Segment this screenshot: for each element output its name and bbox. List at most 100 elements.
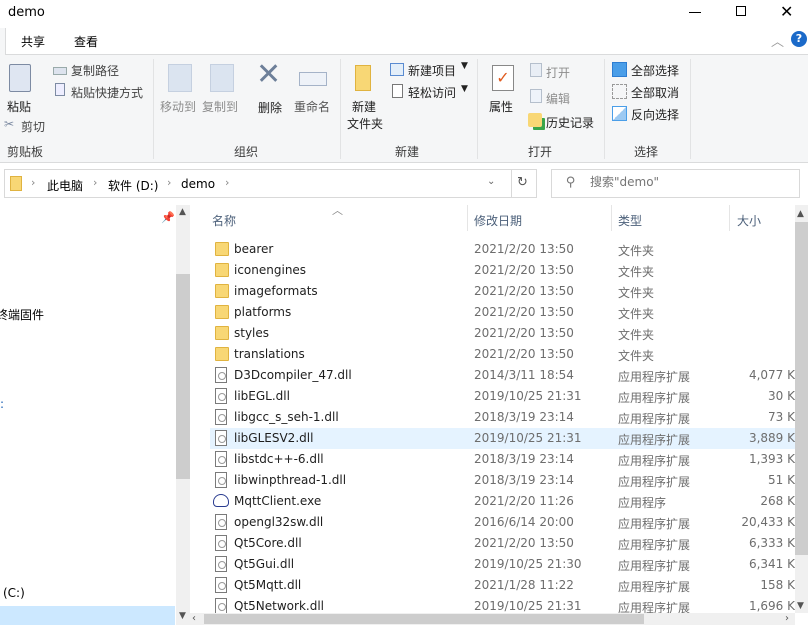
history-button[interactable]: 历史记录 xyxy=(546,114,594,131)
breadcrumb-drive-d[interactable]: 软件 (D:) xyxy=(108,177,158,194)
breadcrumb-separator-icon[interactable]: › xyxy=(167,176,171,189)
column-header-type[interactable]: 类型 xyxy=(618,212,642,229)
copy-to-button[interactable]: 复制到 xyxy=(202,98,238,115)
file-size: 6,333 K xyxy=(748,536,795,550)
rename-button[interactable]: 重命名 xyxy=(294,98,330,115)
file-name: libGLESV2.dll xyxy=(234,431,314,445)
paste-icon[interactable] xyxy=(9,64,31,92)
clipboard-group-label: 剪贴板 xyxy=(7,145,44,159)
dropdown-arrow-icon[interactable]: ▼ xyxy=(461,61,468,71)
minimize-icon[interactable] xyxy=(689,12,701,13)
file-row[interactable]: translations 2021/2/20 13:50 文件夹 xyxy=(210,344,795,365)
maximize-icon[interactable] xyxy=(736,6,746,16)
scroll-down-icon[interactable]: ▼ xyxy=(797,601,804,611)
file-row[interactable]: libstdc++-6.dll 2018/3/19 23:14 应用程序扩展 1,39… xyxy=(210,449,795,470)
folder-icon xyxy=(215,284,229,298)
column-divider[interactable] xyxy=(729,205,730,231)
file-row[interactable]: libEGL.dll 2019/10/25 21:31 应用程序扩展 30 K xyxy=(210,386,795,407)
scroll-up-icon[interactable]: ▲ xyxy=(179,207,186,217)
application-icon xyxy=(213,494,229,507)
edit-button[interactable]: 编辑 xyxy=(546,90,570,107)
scroll-up-icon[interactable]: ▲ xyxy=(797,209,804,219)
address-dropdown-icon[interactable]: ⌄ xyxy=(487,176,495,187)
scrollbar-thumb[interactable] xyxy=(795,222,808,555)
file-row[interactable]: Qt5Gui.dll 2019/10/25 21:30 应用程序扩展 6,341 K xyxy=(210,554,795,575)
properties-button[interactable]: 属性 xyxy=(489,98,513,115)
horizontal-scrollbar-thumb[interactable] xyxy=(204,614,644,624)
invert-selection-button[interactable]: 反向选择 xyxy=(631,106,679,123)
file-size: 73 K xyxy=(768,410,795,424)
scroll-right-icon[interactable]: › xyxy=(785,613,789,624)
column-header-date[interactable]: 修改日期 xyxy=(474,212,522,229)
column-divider[interactable] xyxy=(611,205,612,231)
file-row[interactable]: bearer 2021/2/20 13:50 文件夹 xyxy=(210,239,795,260)
select-none-button[interactable]: 全部取消 xyxy=(631,84,679,101)
easy-access-button[interactable]: 轻松访问 xyxy=(408,84,456,101)
file-row[interactable]: Qt5Network.dll 2019/10/25 21:31 应用程序扩展 1,69… xyxy=(210,596,795,613)
file-row[interactable]: MqttClient.exe 2021/2/20 11:26 应用程序 268 K xyxy=(210,491,795,512)
file-row[interactable]: libgcc_s_seh-1.dll 2018/3/19 23:14 应用程序扩展 7… xyxy=(210,407,795,428)
paste-button[interactable]: 粘贴 xyxy=(7,98,31,115)
dll-file-icon xyxy=(215,388,227,404)
tab-view[interactable]: 查看 xyxy=(74,33,98,50)
nav-item-selected[interactable] xyxy=(0,606,175,625)
scroll-left-icon[interactable]: ‹ xyxy=(192,613,196,624)
file-row[interactable]: platforms 2021/2/20 13:50 文件夹 xyxy=(210,302,795,323)
search-input[interactable] xyxy=(590,175,790,189)
search-box[interactable]: ⚲ xyxy=(551,169,800,198)
file-row[interactable]: iconengines 2021/2/20 13:50 文件夹 xyxy=(210,260,795,281)
file-row[interactable]: Qt5Mqtt.dll 2021/1/28 11:22 应用程序扩展 158 K xyxy=(210,575,795,596)
file-row[interactable]: styles 2021/2/20 13:50 文件夹 xyxy=(210,323,795,344)
new-item-button[interactable]: 新建项目 xyxy=(408,62,456,79)
file-row[interactable]: D3Dcompiler_47.dll 2014/3/11 18:54 应用程序扩展 4… xyxy=(210,365,795,386)
copy-path-button[interactable]: 复制路径 xyxy=(71,62,119,79)
breadcrumb-demo[interactable]: demo xyxy=(181,177,215,191)
column-header-name[interactable]: 名称 xyxy=(212,212,236,229)
nav-item-drive-c[interactable]: (C:) xyxy=(3,586,25,600)
folder-icon xyxy=(215,347,229,361)
file-date: 2021/1/28 11:22 xyxy=(474,578,574,592)
breadcrumb-separator-icon[interactable]: › xyxy=(31,176,35,189)
horizontal-scrollbar[interactable]: ‹ › xyxy=(190,613,795,625)
divider xyxy=(511,170,512,197)
tab-share[interactable]: 共享 xyxy=(21,33,45,50)
file-date: 2021/2/20 13:50 xyxy=(474,284,574,298)
help-icon[interactable]: ? xyxy=(791,31,807,47)
address-bar[interactable]: › 此电脑 › 软件 (D:) › demo › ⌄ ↻ xyxy=(4,169,537,198)
file-size: 30 K xyxy=(768,389,795,403)
breadcrumb-separator-icon[interactable]: › xyxy=(225,176,229,189)
delete-button[interactable]: 删除 xyxy=(258,99,282,116)
file-row[interactable]: libGLESV2.dll 2019/10/25 21:31 应用程序扩展 3,889… xyxy=(210,428,795,449)
pin-icon[interactable]: 📌 xyxy=(161,211,175,224)
breadcrumb-separator-icon[interactable]: › xyxy=(93,176,97,189)
scroll-down-icon[interactable]: ▼ xyxy=(179,611,186,621)
file-row[interactable]: Qt5Core.dll 2021/2/20 13:50 应用程序扩展 6,333 K xyxy=(210,533,795,554)
cut-button[interactable]: 剪切 xyxy=(21,118,45,135)
file-type: 文件夹 xyxy=(618,307,655,321)
select-all-button[interactable]: 全部选择 xyxy=(631,62,679,79)
breadcrumb-this-pc[interactable]: 此电脑 xyxy=(47,177,83,194)
file-row[interactable]: libwinpthread-1.dll 2018/3/19 23:14 应用程序扩展… xyxy=(210,470,795,491)
open-group-label: 打开 xyxy=(528,145,553,159)
close-icon[interactable]: ✕ xyxy=(780,2,793,21)
collapse-ribbon-icon[interactable]: ︿ xyxy=(771,31,784,50)
move-to-button[interactable]: 移动到 xyxy=(160,98,196,115)
select-none-icon xyxy=(612,84,627,99)
column-divider[interactable] xyxy=(467,205,468,231)
file-row[interactable]: opengl32sw.dll 2016/6/14 20:00 应用程序扩展 20,43… xyxy=(210,512,795,533)
open-button[interactable]: 打开 xyxy=(546,64,570,81)
nav-scrollbar[interactable]: ▲ ▼ xyxy=(176,205,190,625)
file-type: 应用程序扩展 xyxy=(618,370,691,384)
paste-shortcut-button[interactable]: 粘贴快捷方式 xyxy=(71,84,143,101)
file-type: 文件夹 xyxy=(618,349,655,363)
nav-item[interactable]: 终端固件 xyxy=(0,306,44,323)
refresh-icon[interactable]: ↻ xyxy=(517,175,528,190)
new-folder-button[interactable]: 新建 xyxy=(352,98,376,115)
column-header-size[interactable]: 大小 xyxy=(737,212,761,229)
new-folder-button-line2[interactable]: 文件夹 xyxy=(347,115,383,132)
file-list-scrollbar[interactable]: ▲ ▼ xyxy=(795,205,808,613)
dropdown-arrow-icon[interactable]: ▼ xyxy=(461,84,468,94)
nav-item-partial[interactable]: : xyxy=(0,397,4,411)
nav-scrollbar-thumb[interactable] xyxy=(176,274,190,479)
file-row[interactable]: imageformats 2021/2/20 13:50 文件夹 xyxy=(210,281,795,302)
